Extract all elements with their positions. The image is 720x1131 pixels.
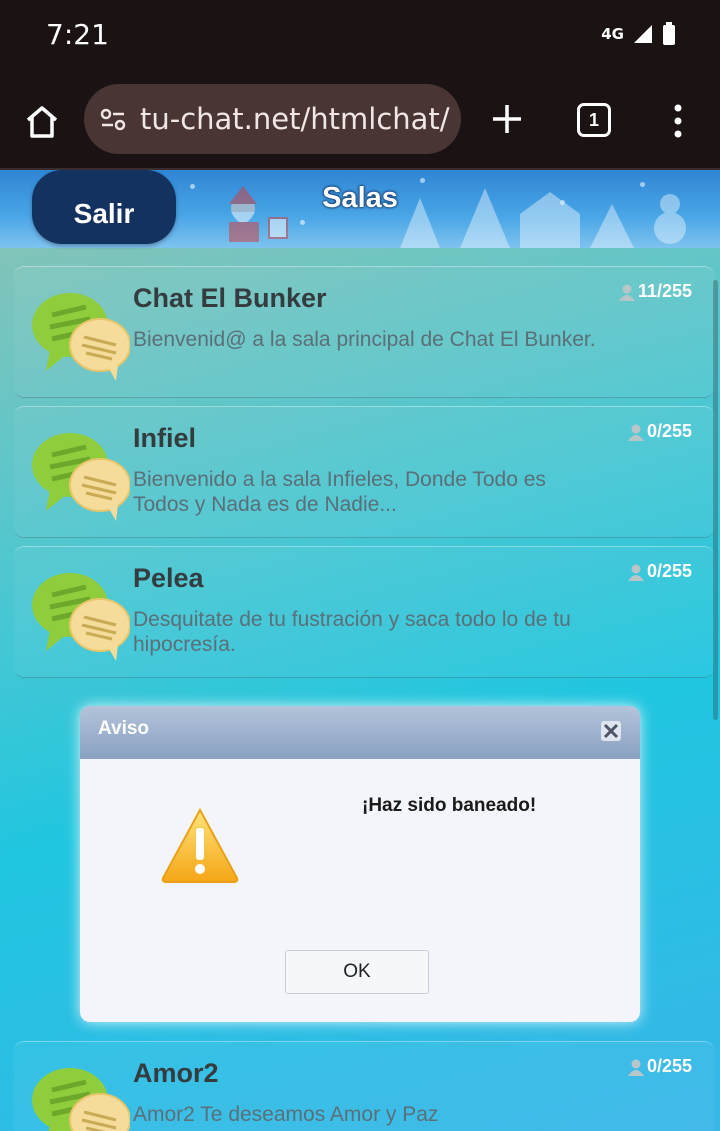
ban-dialog: Aviso ¡Haz sido baneado! OK <box>80 706 640 1022</box>
room-user-count: 0/255 <box>627 1056 692 1077</box>
status-time: 7:21 <box>46 18 109 51</box>
snowflake <box>300 220 305 225</box>
browser-toolbar: tu-chat.net/htmlchat/ 1 <box>0 72 720 170</box>
battery-icon <box>663 22 675 45</box>
signal-icon <box>634 25 652 43</box>
room-count-text: 0/255 <box>646 561 692 581</box>
tabs-icon[interactable]: 1 <box>577 103 611 137</box>
warning-icon <box>161 807 239 883</box>
dialog-title: Aviso <box>98 718 150 739</box>
room-name: Amor2 <box>133 1058 219 1088</box>
room-description: Amor2 Te deseamos Amor y Paz <box>133 1103 439 1126</box>
network-type: 4G <box>601 25 624 43</box>
room-description: Desquitate de tu fustración y saca todo … <box>133 608 571 656</box>
room-user-count: 0/255 <box>627 561 692 582</box>
room-count-text: 0/255 <box>646 1056 692 1076</box>
address-bar[interactable]: tu-chat.net/htmlchat/ <box>84 84 461 154</box>
dialog-titlebar: Aviso <box>80 706 640 759</box>
ok-button[interactable]: OK <box>285 950 429 994</box>
room-description: Bienvenid@ a la sala principal de Chat E… <box>133 328 596 351</box>
room-item-pelea[interactable]: Pelea Desquitate de tu fustración y saca… <box>14 546 714 678</box>
chat-bubbles-icon <box>32 433 130 521</box>
user-icon <box>618 284 635 301</box>
room-item-amor2[interactable]: Amor2 Amor2 Te deseamos Amor y Paz 0/255 <box>14 1041 714 1131</box>
chat-bubbles-icon <box>32 1068 130 1131</box>
user-icon <box>627 424 644 441</box>
room-item-chat-el-bunker[interactable]: Chat El Bunker Bienvenid@ a la sala prin… <box>14 266 714 398</box>
room-description: Bienvenido a la sala Infieles, Donde Tod… <box>133 468 546 516</box>
url-text: tu-chat.net/htmlchat/ <box>140 102 450 136</box>
room-user-count: 11/255 <box>618 281 692 302</box>
chat-bubbles-icon <box>32 293 130 381</box>
room-count-text: 0/255 <box>646 421 692 441</box>
room-item-infiel[interactable]: Infiel Bienvenido a la sala Infieles, Do… <box>14 406 714 538</box>
room-count-text: 11/255 <box>637 281 692 301</box>
plus-icon[interactable] <box>490 102 524 136</box>
room-name: Pelea <box>133 563 204 593</box>
home-icon[interactable] <box>22 102 62 142</box>
dialog-message: ¡Haz sido baneado! <box>362 795 537 816</box>
close-icon[interactable] <box>600 720 622 742</box>
status-bar: 7:21 4G <box>0 0 720 72</box>
room-name: Infiel <box>133 423 197 453</box>
status-indicators: 4G <box>601 22 676 46</box>
room-name: Chat El Bunker <box>133 283 327 313</box>
user-icon <box>627 1059 644 1076</box>
site-settings-icon[interactable] <box>98 104 128 134</box>
exit-button[interactable]: Salir <box>32 170 176 244</box>
chat-bubbles-icon <box>32 573 130 661</box>
room-user-count: 0/255 <box>627 421 692 442</box>
more-vert-icon[interactable] <box>664 102 692 140</box>
user-icon <box>627 564 644 581</box>
